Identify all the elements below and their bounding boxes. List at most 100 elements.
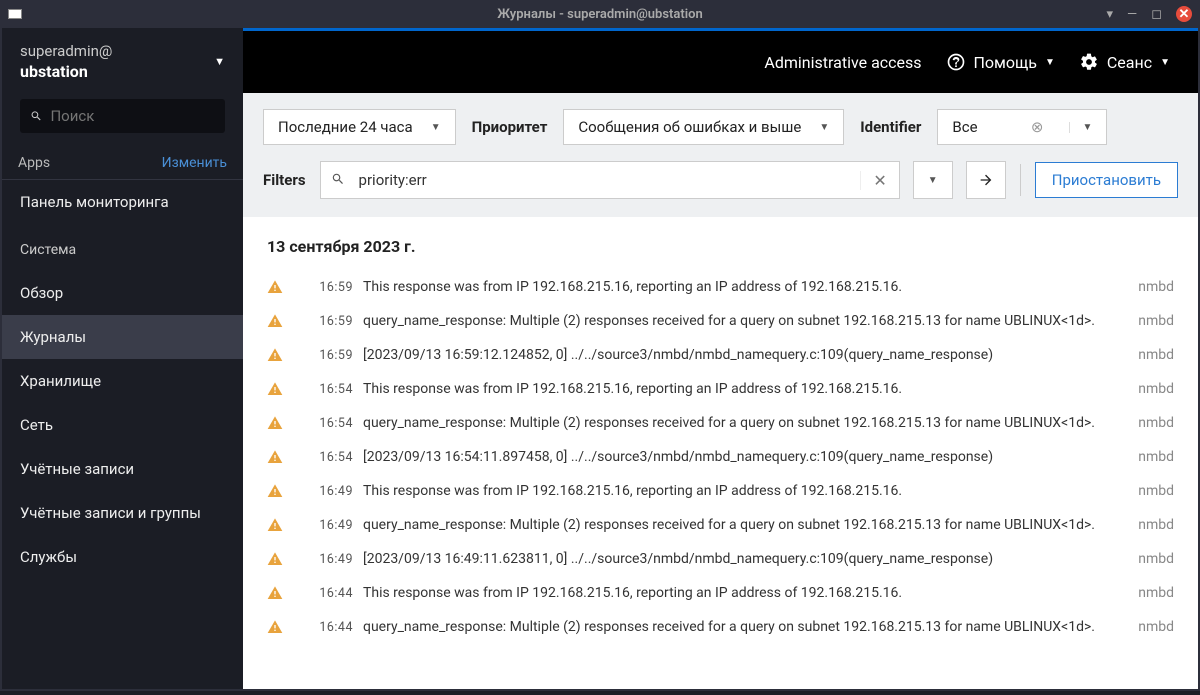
app-icon — [8, 9, 22, 19]
log-row[interactable]: 16:54 This response was from IP 192.168.… — [267, 372, 1174, 406]
warning-icon — [267, 313, 283, 329]
log-message: query_name_response: Multiple (2) respon… — [363, 415, 1128, 431]
gear-icon — [1079, 52, 1099, 72]
log-message: This response was from IP 192.168.215.16… — [363, 381, 1128, 397]
warning-icon — [267, 449, 283, 465]
log-row[interactable]: 16:49 This response was from IP 192.168.… — [267, 474, 1174, 508]
log-source: nmbd — [1138, 619, 1174, 635]
log-source: nmbd — [1138, 415, 1174, 431]
time-range-value: Последние 24 часа — [278, 118, 413, 136]
sidebar-item-2[interactable]: Обзор — [2, 271, 243, 315]
search-icon — [321, 171, 355, 190]
log-source: nmbd — [1138, 517, 1174, 533]
log-source: nmbd — [1138, 313, 1174, 329]
sidebar-search-input[interactable] — [50, 107, 215, 125]
log-message: query_name_response: Multiple (2) respon… — [363, 313, 1128, 329]
sidebar-item-0[interactable]: Панель мониторинга — [2, 180, 243, 224]
log-time: 16:59 — [293, 314, 353, 329]
filter-bar-2: Filters ✕ ▼ Приостановить — [243, 161, 1198, 217]
sidebar-item-3[interactable]: Журналы — [2, 315, 243, 359]
time-range-dropdown[interactable]: Последние 24 часа ▼ — [263, 109, 456, 145]
filter-options-button[interactable]: ▼ — [913, 161, 953, 199]
sidebar-item-6[interactable]: Учётные записи — [2, 447, 243, 491]
log-row[interactable]: 16:59 [2023/09/13 16:59:12.124852, 0] ..… — [267, 338, 1174, 372]
log-time: 16:54 — [293, 382, 353, 397]
session-label: Сеанс — [1107, 53, 1152, 72]
sidebar-item-7[interactable]: Учётные записи и группы — [2, 491, 243, 535]
log-row[interactable]: 16:44 query_name_response: Multiple (2) … — [267, 610, 1174, 644]
window-minimize-to-tray-icon[interactable]: ▾ — [1107, 7, 1114, 22]
log-message: This response was from IP 192.168.215.16… — [363, 483, 1128, 499]
admin-access-label: Administrative access — [764, 53, 921, 72]
warning-icon — [267, 619, 283, 635]
log-row[interactable]: 16:59 query_name_response: Multiple (2) … — [267, 304, 1174, 338]
log-time: 16:54 — [293, 450, 353, 465]
log-row[interactable]: 16:49 query_name_response: Multiple (2) … — [267, 508, 1174, 542]
log-row[interactable]: 16:59 This response was from IP 192.168.… — [267, 270, 1174, 304]
sidebar-nav: Панель мониторингаСистемаОбзорЖурналыХра… — [2, 180, 243, 579]
warning-icon — [267, 279, 283, 295]
window-close-icon[interactable]: ✕ — [1176, 6, 1192, 22]
log-time: 16:44 — [293, 620, 353, 635]
chevron-down-icon: ▼ — [214, 55, 225, 68]
filter-submit-button[interactable] — [966, 161, 1006, 199]
pause-button[interactable]: Приостановить — [1035, 162, 1178, 198]
window-titlebar: Журналы - superadmin@ubstation ▾ — ◻ ✕ — [0, 0, 1200, 28]
sidebar-item-8[interactable]: Службы — [2, 535, 243, 579]
log-row[interactable]: 16:54 query_name_response: Multiple (2) … — [267, 406, 1174, 440]
log-row[interactable]: 16:54 [2023/09/13 16:54:11.897458, 0] ..… — [267, 440, 1174, 474]
filter-search-input[interactable] — [355, 162, 861, 198]
filter-search-field[interactable]: ✕ — [320, 161, 900, 199]
window-minimize-icon[interactable]: — — [1127, 7, 1137, 22]
identifier-label: Identifier — [860, 118, 921, 136]
log-time: 16:54 — [293, 416, 353, 431]
priority-label: Приоритет — [472, 118, 548, 136]
session-menu[interactable]: Сеанс ▼ — [1079, 52, 1170, 72]
host-switcher[interactable]: superadmin@ ubstation ▼ — [2, 28, 243, 99]
clear-identifier-icon[interactable]: ⊗ — [1031, 118, 1044, 136]
log-message: query_name_response: Multiple (2) respon… — [363, 517, 1128, 533]
help-label: Помощь — [974, 53, 1037, 72]
log-time: 16:59 — [293, 280, 353, 295]
chevron-down-icon: ▼ — [431, 122, 441, 133]
log-row[interactable]: 16:49 [2023/09/13 16:49:11.623811, 0] ..… — [267, 542, 1174, 576]
sidebar-search[interactable] — [20, 99, 225, 133]
sidebar-item-4[interactable]: Хранилище — [2, 359, 243, 403]
warning-icon — [267, 415, 283, 431]
log-message: This response was from IP 192.168.215.16… — [363, 279, 1128, 295]
priority-dropdown[interactable]: Сообщения об ошибках и выше ▼ — [563, 109, 844, 145]
help-menu[interactable]: Помощь ▼ — [946, 52, 1055, 72]
warning-icon — [267, 381, 283, 397]
log-list: 13 сентября 2023 г. 16:59 This response … — [243, 217, 1198, 689]
identifier-dropdown[interactable]: Все ⊗ ▼ — [937, 109, 1107, 145]
clear-filter-icon[interactable]: ✕ — [860, 171, 898, 190]
topbar: Administrative access Помощь ▼ Сеанс ▼ — [243, 28, 1198, 93]
apps-edit-link[interactable]: Изменить — [162, 155, 227, 171]
help-icon — [946, 52, 966, 72]
filter-bar: Последние 24 часа ▼ Приоритет Сообщения … — [243, 93, 1198, 161]
log-time: 16:49 — [293, 552, 353, 567]
warning-icon — [267, 551, 283, 567]
log-source: nmbd — [1138, 381, 1174, 397]
sidebar-item-5[interactable]: Сеть — [2, 403, 243, 447]
log-source: nmbd — [1138, 347, 1174, 363]
admin-access-toggle[interactable]: Administrative access — [764, 53, 921, 72]
warning-icon — [267, 517, 283, 533]
chevron-down-icon: ▼ — [1045, 57, 1055, 68]
sidebar-item-1: Система — [2, 224, 243, 271]
warning-icon — [267, 585, 283, 601]
window-maximize-icon[interactable]: ◻ — [1151, 7, 1162, 22]
chevron-down-icon: ▼ — [928, 175, 938, 186]
search-icon — [30, 109, 42, 123]
sidebar: superadmin@ ubstation ▼ Apps Изменить Па… — [2, 28, 243, 689]
log-source: nmbd — [1138, 551, 1174, 567]
priority-value: Сообщения об ошибках и выше — [578, 118, 801, 136]
log-date-header: 13 сентября 2023 г. — [267, 237, 1174, 256]
log-source: nmbd — [1138, 585, 1174, 601]
filters-label: Filters — [263, 171, 306, 189]
main-content: Administrative access Помощь ▼ Сеанс ▼ П… — [243, 28, 1198, 689]
window-title: Журналы - superadmin@ubstation — [497, 7, 702, 22]
log-row[interactable]: 16:44 This response was from IP 192.168.… — [267, 576, 1174, 610]
warning-icon — [267, 483, 283, 499]
arrow-right-icon — [978, 172, 994, 188]
